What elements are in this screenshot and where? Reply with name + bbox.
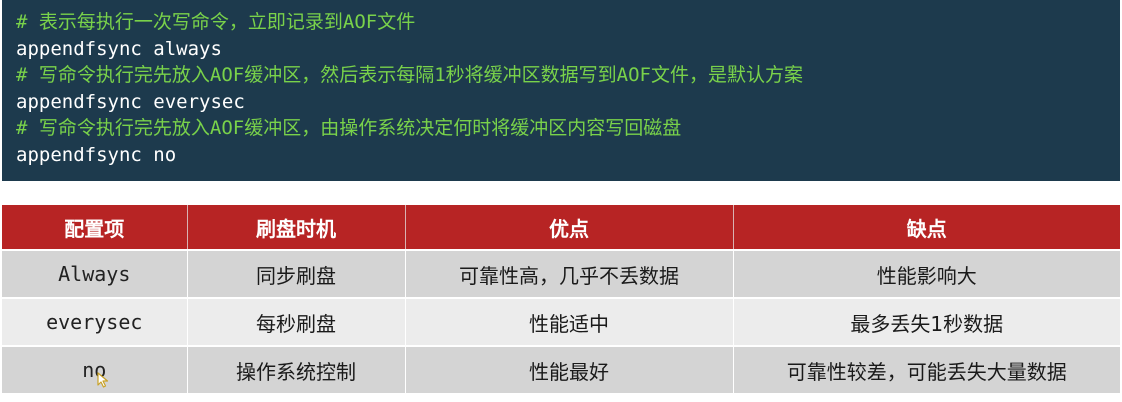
table-cell-config: no [2, 345, 188, 393]
table-cell-timing: 同步刷盘 [187, 249, 406, 298]
table-row: everysec 每秒刷盘 性能适中 最多丢失1秒数据 [2, 297, 1120, 346]
table-header-row: 配置项 刷盘时机 优点 缺点 [2, 205, 1120, 250]
table-cell-disadvantage: 可靠性较差，可能丢失大量数据 [733, 345, 1120, 393]
code-config-line: appendfsync no [16, 143, 177, 166]
code-comment-line: # 表示每执行一次写命令，立即记录到AOF文件 [16, 11, 416, 33]
table-cell-config: everysec [2, 297, 188, 346]
table-cell-config: Always [2, 249, 188, 298]
table-cell-advantage: 性能适中 [405, 297, 734, 346]
header-disadvantages: 缺点 [733, 205, 1120, 250]
code-config-line: appendfsync always [16, 37, 222, 60]
table-cell-timing: 每秒刷盘 [187, 297, 406, 346]
table-row: no 操作系统控制 性能最好 可靠性较差，可能丢失大量数据 [2, 345, 1120, 393]
header-advantages: 优点 [405, 205, 734, 250]
code-comment-line: # 写命令执行完先放入AOF缓冲区，由操作系统决定何时将缓冲区内容写回磁盘 [16, 117, 682, 139]
table-row: Always 同步刷盘 可靠性高，几乎不丢数据 性能影响大 [2, 249, 1120, 298]
mouse-pointer-icon [97, 372, 109, 388]
config-comparison-table: 配置项 刷盘时机 优点 缺点 Always 同步刷盘 可靠性高，几乎不丢数据 性… [2, 205, 1120, 393]
code-block: # 表示每执行一次写命令，立即记录到AOF文件 appendfsync alwa… [2, 0, 1120, 181]
code-config-line: appendfsync everysec [16, 90, 245, 113]
table-cell-disadvantage: 性能影响大 [733, 249, 1120, 298]
code-comment-line: # 写命令执行完先放入AOF缓冲区，然后表示每隔1秒将缓冲区数据写到AOF文件，… [16, 64, 803, 86]
table-cell-disadvantage: 最多丢失1秒数据 [733, 297, 1120, 346]
header-config-item: 配置项 [2, 205, 188, 250]
table-cell-advantage: 性能最好 [405, 345, 734, 393]
table-cell-advantage: 可靠性高，几乎不丢数据 [405, 249, 734, 298]
table-cell-timing: 操作系统控制 [187, 345, 406, 393]
header-flush-timing: 刷盘时机 [187, 205, 406, 250]
